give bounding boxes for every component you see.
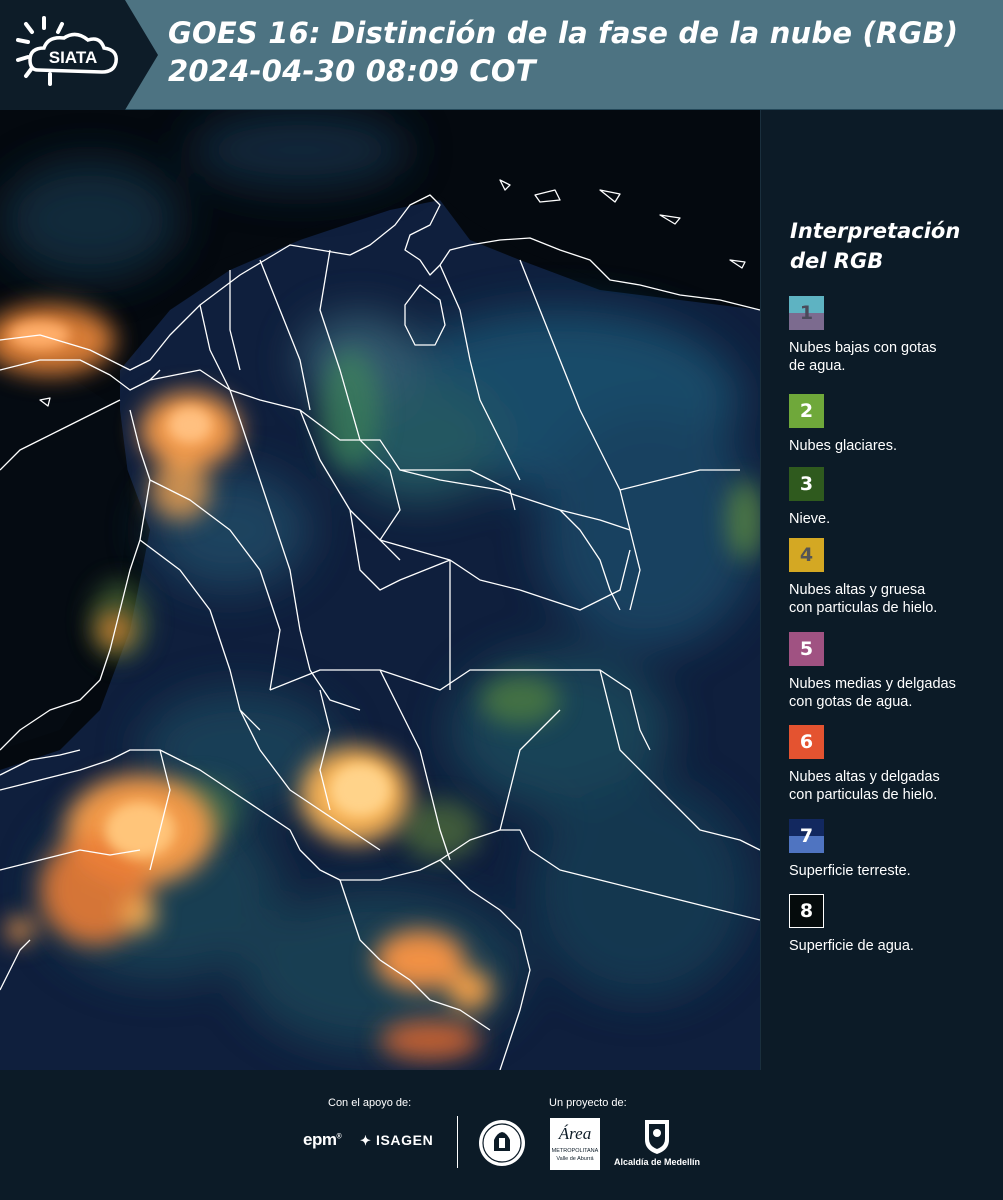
legend-title-line1: Interpretación xyxy=(790,219,961,243)
legend-swatch-2: 2 xyxy=(789,394,824,428)
seal-logo xyxy=(477,1118,527,1168)
legend-swatch-1: 1 xyxy=(789,296,824,330)
epm-logo: epm® xyxy=(303,1130,342,1149)
title-line-datetime: 2024-04-30 08:09 COT xyxy=(168,54,536,88)
legend-item-6: 6 Nubes altas y delgadas con particulas … xyxy=(789,725,1001,804)
legend-desc-4: Nubes altas y gruesa con particulas de h… xyxy=(789,582,938,616)
legend-swatch-6: 6 xyxy=(789,725,824,759)
support-label: Con el apoyo de: xyxy=(328,1097,412,1109)
svg-text:SIATA: SIATA xyxy=(49,48,97,67)
legend-item-4: 4 Nubes altas y gruesa con particulas de… xyxy=(789,538,1001,617)
legend-swatch-5: 5 xyxy=(789,632,824,666)
legend-title-line2: del RGB xyxy=(790,249,884,273)
alcaldia-medellin-logo: Alcaldía de Medellín xyxy=(612,1116,702,1171)
legend-item-7: 7 Superficie terreste. xyxy=(789,819,1001,880)
legend-desc-6: Nubes altas y delgadas con particulas de… xyxy=(789,769,940,803)
medellin-shield-icon xyxy=(645,1120,669,1154)
legend-item-1: 1 Nubes bajas con gotas de agua. xyxy=(789,296,1001,375)
legend-desc-7: Superficie terreste. xyxy=(789,863,911,879)
page-title: GOES 16: Distinción de la fase de la nub… xyxy=(168,14,998,90)
isagen-logo: ✦ ISAGEN xyxy=(360,1132,434,1148)
legend-item-5: 5 Nubes medias y delgadas con gotas de a… xyxy=(789,632,1001,711)
project-label: Un proyecto de: xyxy=(549,1097,627,1109)
legend-item-3: 3 Nieve. xyxy=(789,467,1001,528)
legend-desc-3: Nieve. xyxy=(789,511,831,527)
legend-desc-5: Nubes medias y delgadas con gotas de agu… xyxy=(789,676,956,710)
legend-desc-2: Nubes glaciares. xyxy=(789,438,897,454)
header-bar: SIATA GOES 16: Distinción de la fase de … xyxy=(0,0,1003,110)
satellite-map xyxy=(0,110,760,1070)
legend-item-8: 8 Superficie de agua. xyxy=(789,894,1001,955)
legend-panel: Interpretación del RGB 1 Nubes bajas con… xyxy=(760,110,1003,1070)
siata-logo: SIATA xyxy=(0,0,160,110)
footer: Con el apoyo de: Un proyecto de: epm® ✦ … xyxy=(0,1070,1003,1200)
title-line-product: GOES 16: Distinción de la fase de la nub… xyxy=(168,16,959,50)
legend-swatch-4: 4 xyxy=(789,538,824,572)
legend-desc-8: Superficie de agua. xyxy=(789,938,914,954)
footer-divider xyxy=(457,1116,458,1168)
legend-desc-1: Nubes bajas con gotas de agua. xyxy=(789,340,937,374)
legend-swatch-7: 7 xyxy=(789,819,824,853)
area-metropolitana-logo: Área METROPOLITANA Valle de Aburrá xyxy=(550,1118,600,1170)
legend-swatch-8: 8 xyxy=(789,894,824,928)
legend-item-2: 2 Nubes glaciares. xyxy=(789,394,1001,455)
legend-swatch-3: 3 xyxy=(789,467,824,501)
isagen-mark-icon: ✦ xyxy=(360,1133,372,1148)
rgb-satellite-image xyxy=(0,110,760,1070)
legend-title: Interpretación del RGB xyxy=(790,216,1000,276)
